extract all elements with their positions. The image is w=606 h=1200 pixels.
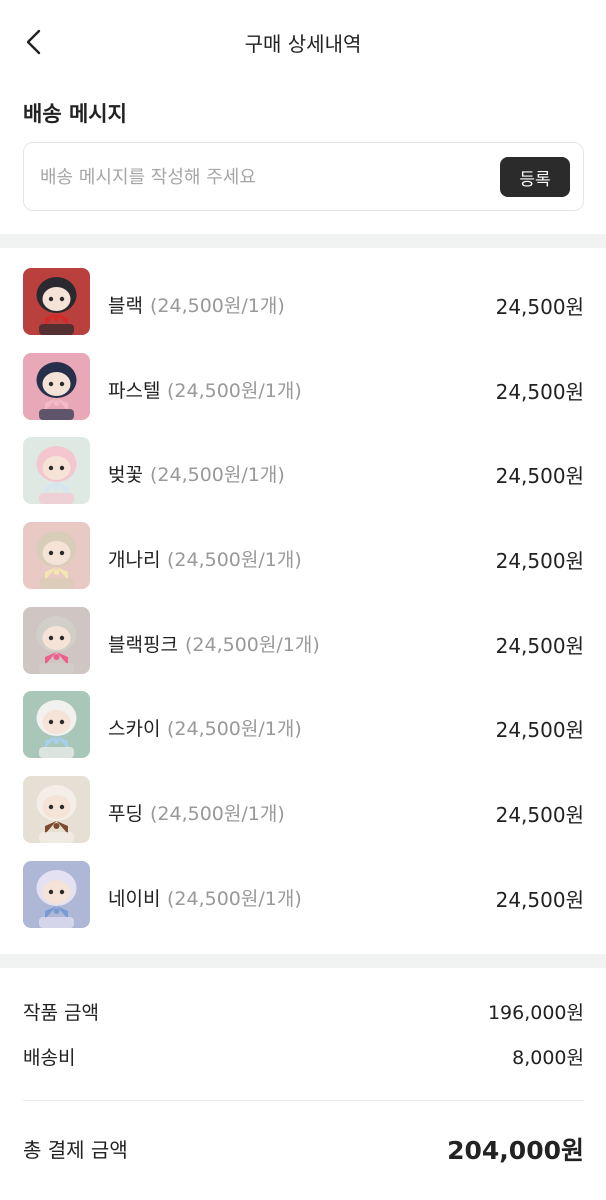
item-unit-detail: (24,500원/1개) bbox=[167, 718, 302, 741]
item-price: 24,500원 bbox=[495, 295, 584, 319]
item-name: 블랙핑크 bbox=[108, 633, 178, 656]
purchase-detail-page: 구매 상세내역 배송 메시지 등록 블랙(24,500원/1개)24,500원파… bbox=[0, 0, 606, 1200]
header: 구매 상세내역 bbox=[0, 0, 606, 84]
product-thumbnail bbox=[23, 606, 90, 674]
item-unit-detail: (24,500원/1개) bbox=[167, 549, 302, 572]
order-item-row[interactable]: 푸딩 (24,500원/1개) 24,500원 bbox=[0, 766, 606, 851]
item-name: 개나리 bbox=[108, 549, 161, 572]
item-name: 스카이 bbox=[108, 718, 161, 741]
item-name: 파스텔 bbox=[108, 379, 161, 402]
delivery-message-box: 등록 bbox=[23, 142, 584, 211]
item-price: 24,500원 bbox=[495, 549, 584, 574]
product-amount-row: 작품 금액 196,000원 bbox=[23, 998, 584, 1028]
product-amount-label: 작품 금액 bbox=[23, 1002, 99, 1024]
item-name: 푸딩 bbox=[108, 803, 143, 826]
order-item-row[interactable]: 스카이 (24,500원/1개) 24,500원 bbox=[0, 681, 606, 766]
delivery-message-title: 배송 메시지 bbox=[23, 102, 127, 126]
product-thumbnail bbox=[23, 522, 90, 590]
item-unit-detail: (24,500원/1개) bbox=[167, 887, 302, 910]
item-price: 24,500원 bbox=[495, 718, 584, 743]
section-divider bbox=[0, 234, 606, 248]
order-item-row[interactable]: 블랙핑크 (24,500원/1개) 24,500원 bbox=[0, 597, 606, 682]
item-price: 24,500원 bbox=[495, 633, 584, 658]
summary-divider bbox=[23, 1100, 584, 1101]
product-thumbnail bbox=[23, 437, 90, 505]
item-unit-detail: (24,500원/1개) bbox=[150, 295, 285, 317]
item-unit-detail: (24,500원/1개) bbox=[150, 803, 285, 826]
item-name: 네이비 bbox=[108, 887, 161, 910]
product-thumbnail bbox=[23, 860, 90, 928]
shipping-fee-value: 8,000원 bbox=[512, 1047, 584, 1069]
total-amount-value: 204,000원 bbox=[447, 1136, 584, 1165]
item-unit-detail: (24,500원/1개) bbox=[185, 633, 320, 656]
item-price: 24,500원 bbox=[495, 887, 584, 912]
item-price: 24,500원 bbox=[495, 803, 584, 828]
order-item-row[interactable]: 벚꽃 (24,500원/1개) 24,500원 bbox=[0, 427, 606, 512]
shipping-fee-label: 배송비 bbox=[23, 1047, 76, 1069]
register-button[interactable]: 등록 bbox=[500, 157, 570, 197]
delivery-message-input[interactable] bbox=[40, 160, 480, 194]
order-item-row[interactable]: 파스텔 (24,500원/1개) 24,500원 bbox=[0, 343, 606, 428]
item-name: 벚꽃 bbox=[108, 464, 143, 487]
order-item-row[interactable]: 개나리 (24,500원/1개) 24,500원 bbox=[0, 512, 606, 597]
product-amount-value: 196,000원 bbox=[487, 1002, 584, 1024]
item-unit-detail: (24,500원/1개) bbox=[150, 464, 285, 487]
order-item-row[interactable]: 블랙 (24,500원/1개) 24,500원 bbox=[0, 258, 606, 343]
shipping-fee-row: 배송비 8,000원 bbox=[23, 1043, 584, 1073]
total-amount-label: 총 결제 금액 bbox=[23, 1138, 128, 1162]
item-price: 24,500원 bbox=[495, 464, 584, 489]
product-thumbnail bbox=[23, 268, 90, 335]
product-thumbnail bbox=[23, 691, 90, 759]
product-thumbnail bbox=[23, 776, 90, 844]
order-item-list: 블랙 (24,500원/1개) 24,500원 파스텔 (24,500원/1개) 24,5… bbox=[0, 258, 606, 936]
section-divider bbox=[0, 954, 606, 968]
page-title: 구매 상세내역 bbox=[244, 32, 362, 56]
item-name: 블랙 bbox=[108, 295, 143, 317]
item-unit-detail: (24,500원/1개) bbox=[167, 379, 302, 402]
item-price: 24,500원 bbox=[495, 379, 584, 404]
order-item-row[interactable]: 네이비 (24,500원/1개) 24,500원 bbox=[0, 851, 606, 936]
product-thumbnail bbox=[23, 352, 90, 420]
